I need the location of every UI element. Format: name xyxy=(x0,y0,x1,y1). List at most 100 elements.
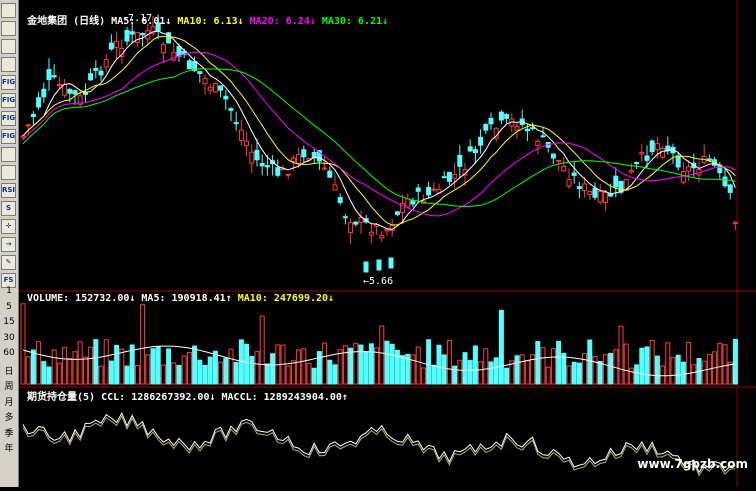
volume-bar xyxy=(244,343,250,385)
low-candle xyxy=(363,261,369,273)
watermark: www.7gpzb.com xyxy=(637,457,748,471)
period-7[interactable]: 月 xyxy=(2,395,16,408)
cross-icon[interactable]: ✛ xyxy=(1,219,16,234)
left-toolbar: FIG FIG FIG FIG RSI S ✛ → ✎ FS 1 5 15 30 60 日周月多季年 xyxy=(0,0,19,487)
volume-bar xyxy=(722,344,728,385)
fig-icon[interactable]: FIG xyxy=(1,75,16,90)
rsi-icon[interactable]: RSI xyxy=(1,183,16,198)
volume-bar xyxy=(181,355,187,385)
gear-icon[interactable] xyxy=(1,147,16,162)
bars-icon[interactable] xyxy=(1,165,16,180)
volume-bar xyxy=(348,347,354,385)
volume-bar xyxy=(77,341,83,385)
volume-bar xyxy=(561,352,567,385)
price-candle xyxy=(686,166,692,172)
low-price-label: ←5.66 xyxy=(363,276,394,287)
volume-bar xyxy=(441,354,447,385)
volume-bar xyxy=(535,341,541,385)
price-header: 金地集团 (日线) MA5: 6.01↓ MA10: 6.13↓ MA20: 6… xyxy=(3,1,388,38)
period-8[interactable]: 多 xyxy=(2,410,16,423)
volume-bar xyxy=(192,345,198,385)
period-10[interactable]: 年 xyxy=(2,441,16,454)
fig-icon[interactable]: FIG xyxy=(1,129,16,144)
volume-bar xyxy=(483,348,489,385)
period-0[interactable]: 1 xyxy=(2,286,16,296)
price-candle xyxy=(88,73,94,81)
arrow-icon[interactable]: → xyxy=(1,237,16,252)
volume-bar xyxy=(628,367,634,385)
price-candle xyxy=(186,60,192,70)
price-candle xyxy=(384,228,390,232)
price-candle xyxy=(550,153,556,159)
price-candle xyxy=(634,162,640,165)
volume-bar xyxy=(197,359,203,385)
ma5-line xyxy=(22,30,736,230)
price-candle xyxy=(732,221,738,224)
volume-bar xyxy=(550,348,556,385)
period-5[interactable]: 日 xyxy=(2,364,16,377)
period-1[interactable]: 5 xyxy=(2,302,16,312)
kline-chart-area[interactable]: 15304560N 金地集团 (日线) MA5: 6.01↓ MA10: 6.1… xyxy=(7,0,756,487)
volume-bar xyxy=(431,364,437,385)
period-9[interactable]: 季 xyxy=(2,426,16,439)
kline-canvas[interactable]: 15304560N xyxy=(7,0,756,487)
volume-bar xyxy=(353,342,359,385)
volume-bar xyxy=(488,361,494,385)
volume-bar xyxy=(72,351,78,385)
volume-bar xyxy=(322,342,328,385)
volume-bar xyxy=(140,304,146,385)
volume-bar xyxy=(462,352,468,385)
price-candle xyxy=(20,135,26,138)
volume-bar xyxy=(327,359,333,385)
period-4[interactable]: 60 xyxy=(2,348,16,358)
volume-bar xyxy=(82,356,88,385)
price-candle xyxy=(36,97,42,108)
volume-bar xyxy=(623,343,629,385)
volume-bar xyxy=(649,339,655,385)
price-candle xyxy=(368,231,374,236)
volume-bar xyxy=(103,339,109,385)
volume-bar xyxy=(62,347,68,385)
price-candle xyxy=(56,83,62,87)
period-6[interactable]: 周 xyxy=(2,379,16,392)
volume-bar xyxy=(634,364,640,385)
volume-bar xyxy=(498,309,504,385)
price-candle xyxy=(530,127,536,130)
price-candle xyxy=(207,86,213,91)
pen-icon[interactable]: ✎ xyxy=(1,255,16,270)
fig-icon[interactable]: FIG xyxy=(1,111,16,126)
price-candle xyxy=(46,69,52,80)
volume-bar xyxy=(25,356,31,385)
volume-value-0: VOLUME: 152732.00↓ xyxy=(21,293,136,304)
volume-bar xyxy=(410,354,416,385)
price-candle xyxy=(566,179,572,187)
ma-value-3: MA30: 6.21↓ xyxy=(315,16,389,27)
kline-icon[interactable] xyxy=(1,39,16,54)
ma10-line xyxy=(22,35,736,226)
price-candle xyxy=(602,192,608,203)
price-candle xyxy=(327,170,333,178)
price-candle xyxy=(103,59,109,68)
volume-bar xyxy=(342,345,348,385)
volume-bar xyxy=(176,364,182,385)
volume-bar xyxy=(212,350,218,385)
volume-bar xyxy=(478,361,484,385)
fig-icon[interactable]: FIG xyxy=(1,93,16,108)
price-candle xyxy=(660,147,666,158)
period-2[interactable]: 15 xyxy=(2,317,16,327)
price-candle xyxy=(290,157,296,163)
volume-bar xyxy=(493,357,499,385)
price-candle xyxy=(228,108,234,111)
volume-bar xyxy=(446,339,452,385)
price-candle xyxy=(644,155,650,161)
price-candle xyxy=(524,128,530,132)
bar-icon[interactable] xyxy=(1,57,16,72)
volume-bar xyxy=(644,346,650,385)
stock-title: 金地集团 (日线) xyxy=(27,16,106,27)
price-candle xyxy=(488,117,494,125)
price-candle xyxy=(249,151,255,164)
price-candle xyxy=(727,184,733,193)
period-3[interactable]: 30 xyxy=(2,333,16,343)
s-icon[interactable]: S xyxy=(1,201,16,216)
volume-bar xyxy=(368,343,374,385)
